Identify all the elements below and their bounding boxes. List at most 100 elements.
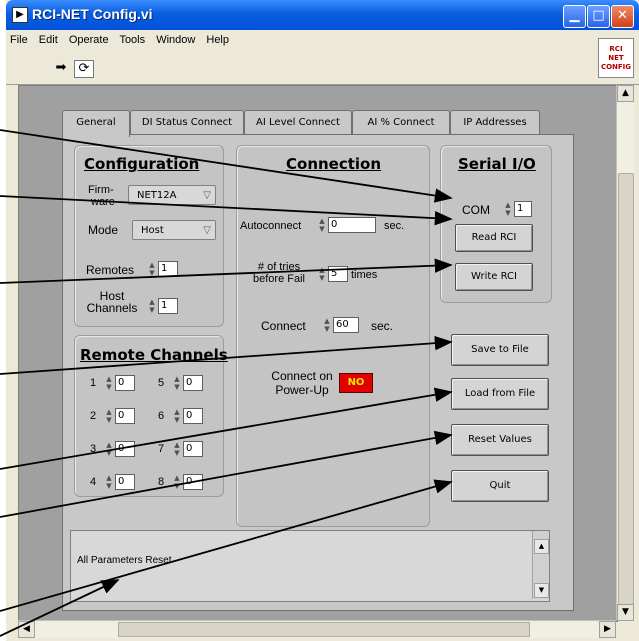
- menu-file[interactable]: File: [10, 34, 28, 46]
- logo-line: NET: [608, 54, 624, 62]
- channel-7-value[interactable]: 0: [183, 441, 203, 457]
- load-from-file-button[interactable]: Load from File: [451, 378, 549, 410]
- read-rci-button[interactable]: Read RCI: [455, 224, 533, 252]
- chevron-down-icon: ▽: [203, 190, 211, 201]
- stepper-arrows-icon[interactable]: ▲ ▼: [172, 375, 182, 391]
- chevron-down-icon: ▽: [203, 225, 211, 236]
- hscroll-thumb[interactable]: [118, 622, 530, 637]
- firmware-label-line: ware: [91, 196, 115, 208]
- vertical-scrollbar[interactable]: ▲ ▼: [616, 85, 634, 621]
- tab-ai-level-connect[interactable]: AI Level Connect: [244, 110, 352, 135]
- channel-number: 7: [158, 443, 165, 455]
- stepper-arrows-icon[interactable]: ▲ ▼: [503, 201, 513, 217]
- channel-number: 6: [158, 410, 165, 422]
- host-channels-label: Host Channels: [84, 290, 140, 314]
- scroll-up-icon[interactable]: ▲: [617, 85, 634, 102]
- logo-line: RCI: [609, 45, 623, 53]
- scroll-up-icon[interactable]: ▲: [534, 539, 549, 554]
- stepper-arrows-icon[interactable]: ▲ ▼: [172, 474, 182, 490]
- connection-title: Connection: [286, 155, 382, 173]
- tab-ai-percent-connect[interactable]: AI % Connect: [352, 110, 450, 135]
- power-up-toggle[interactable]: NO: [339, 373, 373, 393]
- channel-2-value[interactable]: 0: [115, 408, 135, 424]
- labview-vi-icon: ▶: [12, 7, 28, 23]
- stepper-arrows-icon[interactable]: ▲ ▼: [317, 217, 327, 233]
- title-bar[interactable]: ▶ RCI-NET Config.vi ▁ □ ✕: [6, 0, 639, 30]
- connect-label: Connect: [261, 319, 306, 333]
- firmware-label: Firm-ware: [88, 184, 115, 208]
- stepper-arrows-icon[interactable]: ▲ ▼: [317, 266, 327, 282]
- stepper-arrows-icon[interactable]: ▲ ▼: [322, 317, 332, 333]
- save-to-file-button[interactable]: Save to File: [451, 334, 549, 366]
- connect-value[interactable]: 60: [333, 317, 359, 333]
- scroll-left-icon[interactable]: ◀: [18, 621, 35, 638]
- tab-general[interactable]: General: [62, 110, 130, 137]
- mode-select[interactable]: Host ▽: [132, 220, 216, 240]
- stepper-arrows-icon[interactable]: ▲ ▼: [147, 298, 157, 314]
- menu-operate[interactable]: Operate: [69, 34, 109, 46]
- remotes-label: Remotes: [86, 263, 135, 277]
- channel-6-value[interactable]: 0: [183, 408, 203, 424]
- menu-tools[interactable]: Tools: [119, 34, 145, 46]
- scroll-down-icon[interactable]: ▼: [617, 604, 634, 621]
- quit-button[interactable]: Quit: [451, 470, 549, 502]
- stepper-arrows-icon[interactable]: ▲ ▼: [172, 408, 182, 424]
- menu-edit[interactable]: Edit: [39, 34, 58, 46]
- connect-unit: sec.: [371, 319, 394, 333]
- power-label-line: Power-Up: [275, 383, 329, 397]
- stepper-arrows-icon[interactable]: ▲ ▼: [104, 375, 114, 391]
- run-continuously-icon[interactable]: ⟳: [74, 60, 94, 78]
- tab-ip-addresses[interactable]: IP Addresses: [450, 110, 540, 135]
- scroll-right-icon[interactable]: ▶: [599, 621, 616, 638]
- serial-io-title: Serial I/O: [458, 155, 536, 173]
- horizontal-scrollbar[interactable]: ◀ ▶: [18, 620, 616, 638]
- status-scrollbar[interactable]: ▲ ▼: [532, 531, 549, 599]
- firmware-value: NET12A: [137, 190, 177, 201]
- window-title: RCI-NET Config.vi: [32, 6, 153, 22]
- tries-label-line: before Fail: [253, 273, 305, 285]
- channel-number: 1: [90, 377, 97, 389]
- minimize-icon[interactable]: ▁: [563, 5, 586, 28]
- channel-4-value[interactable]: 0: [115, 474, 135, 490]
- configuration-title: Configuration: [84, 155, 200, 173]
- status-box: All Parameters Reset ▲ ▼: [70, 530, 550, 602]
- channel-5-value[interactable]: 0: [183, 375, 203, 391]
- menu-help[interactable]: Help: [206, 34, 229, 46]
- power-label-line: Connect on: [271, 369, 333, 383]
- channel-8-value[interactable]: 0: [183, 474, 203, 490]
- com-label: COM: [462, 203, 490, 217]
- firmware-select[interactable]: NET12A ▽: [128, 185, 216, 205]
- channel-number: 5: [158, 377, 165, 389]
- maximize-icon[interactable]: □: [587, 5, 610, 28]
- menu-window[interactable]: Window: [156, 34, 195, 46]
- stepper-arrows-icon[interactable]: ▲ ▼: [104, 474, 114, 490]
- scroll-thumb[interactable]: [618, 173, 634, 605]
- stepper-arrows-icon[interactable]: ▲ ▼: [147, 261, 157, 277]
- stepper-arrows-icon[interactable]: ▲ ▼: [104, 408, 114, 424]
- power-up-label: Connect on Power-Up: [264, 369, 340, 397]
- channel-1-value[interactable]: 0: [115, 375, 135, 391]
- channel-number: 2: [90, 410, 97, 422]
- stepper-arrows-icon[interactable]: ▲ ▼: [172, 441, 182, 457]
- close-icon[interactable]: ✕: [611, 5, 634, 28]
- tries-value[interactable]: 5: [328, 266, 348, 282]
- vi-logo: RCI NET CONFIG: [598, 38, 634, 78]
- remote-channels-title: Remote Channels: [80, 346, 228, 364]
- firmware-label-line: Firm-: [88, 184, 114, 196]
- tab-di-status-connect[interactable]: DI Status Connect: [130, 110, 244, 135]
- com-value[interactable]: 1: [514, 201, 532, 217]
- autoconnect-unit: sec.: [384, 220, 405, 232]
- write-rci-button[interactable]: Write RCI: [455, 263, 533, 291]
- reset-values-button[interactable]: Reset Values: [451, 424, 549, 456]
- channel-3-value[interactable]: 0: [115, 441, 135, 457]
- mode-label: Mode: [88, 223, 119, 237]
- remotes-value[interactable]: 1: [158, 261, 178, 277]
- scroll-down-icon[interactable]: ▼: [534, 583, 549, 598]
- menu-bar: File Edit Operate Tools Window Help: [10, 34, 237, 52]
- connection-group: [236, 145, 430, 527]
- host-channels-value[interactable]: 1: [158, 298, 178, 314]
- run-arrow-icon[interactable]: ➡: [52, 60, 70, 76]
- autoconnect-label: Autoconnect: [240, 220, 302, 232]
- stepper-arrows-icon[interactable]: ▲ ▼: [104, 441, 114, 457]
- autoconnect-value[interactable]: 0: [328, 217, 376, 233]
